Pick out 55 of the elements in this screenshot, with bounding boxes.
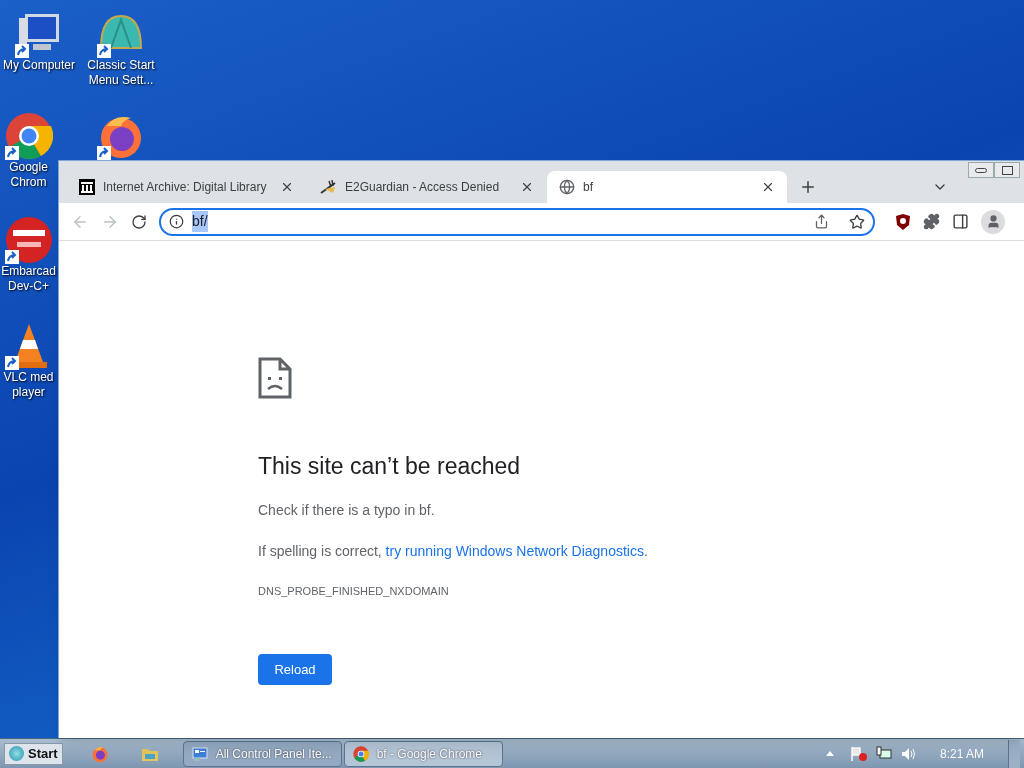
close-icon[interactable] <box>761 180 775 194</box>
icon-label: Google <box>9 160 48 175</box>
network-icon[interactable] <box>875 745 892 762</box>
profile-icon[interactable] <box>981 209 1005 234</box>
icon-label: Chrom <box>10 175 47 190</box>
address-bar[interactable]: bf/ <box>159 207 875 236</box>
shortcut-arrow-icon <box>97 44 111 58</box>
control-panel-icon <box>191 745 208 762</box>
browser-tab[interactable]: Internet Archive: Digital Library <box>67 171 307 203</box>
icon-label: player <box>12 385 45 400</box>
shortcut-arrow-icon <box>4 146 19 160</box>
icon-label: My Computer <box>3 58 75 73</box>
new-tab-icon[interactable] <box>799 178 817 196</box>
shortcut-arrow-icon <box>4 250 19 264</box>
orb-icon <box>9 746 24 761</box>
icon-label: Embarcad <box>1 264 56 279</box>
start-button[interactable]: Start <box>4 742 63 765</box>
globe-icon <box>559 179 575 195</box>
shortcut-arrow-icon <box>15 44 29 58</box>
tab-title: bf <box>583 179 594 196</box>
tab-title: E2Guardian - Access Denied <box>345 179 501 196</box>
chrome-icon <box>352 745 369 762</box>
minimize-button[interactable] <box>968 162 994 178</box>
sad-page-icon <box>258 357 292 399</box>
error-code: DNS_PROBE_FINISHED_NXDOMAIN <box>258 583 449 599</box>
reload-icon[interactable] <box>131 213 147 230</box>
info-icon <box>169 214 184 229</box>
building-icon <box>79 179 95 195</box>
shortcut-arrow-icon <box>4 356 19 370</box>
reload-button[interactable]: Reload <box>258 654 332 685</box>
firefox-icon[interactable] <box>90 744 109 763</box>
error-message: Check if there is a typo in bf. <box>258 500 435 520</box>
icon-label: Menu Sett... <box>88 73 154 88</box>
guardian-logo-icon <box>319 179 337 195</box>
star-icon[interactable] <box>849 213 865 230</box>
flag-icon[interactable] <box>849 745 868 762</box>
icon-label: VLC med <box>3 370 54 385</box>
diagnostics-link[interactable]: try running Windows Network Diagnostics <box>385 542 644 559</box>
browser-tab[interactable]: E2Guardian - Access Denied <box>307 171 547 203</box>
close-icon[interactable] <box>280 180 294 194</box>
icon-label: Dev-C+ <box>8 279 49 294</box>
share-icon[interactable] <box>814 214 829 229</box>
diagnostics-suggestion: If spelling is correct, try running Windows Network Diagnostics. <box>258 541 648 561</box>
chrome-icon <box>4 112 53 160</box>
browser-tab[interactable]: bf <box>547 171 787 203</box>
tab-title: Internet Archive: Digital Library <box>103 179 268 196</box>
icon-label: Classic Start <box>87 58 155 73</box>
close-icon[interactable] <box>520 180 534 194</box>
shield-icon[interactable] <box>895 212 911 231</box>
address-text: bf/ <box>192 211 208 232</box>
error-title: This site can’t be reached <box>258 452 521 481</box>
restore-button[interactable] <box>994 162 1020 178</box>
dev-cpp-icon <box>4 216 53 264</box>
side-panel-icon[interactable] <box>952 213 969 230</box>
extensions-icon[interactable] <box>923 213 940 230</box>
